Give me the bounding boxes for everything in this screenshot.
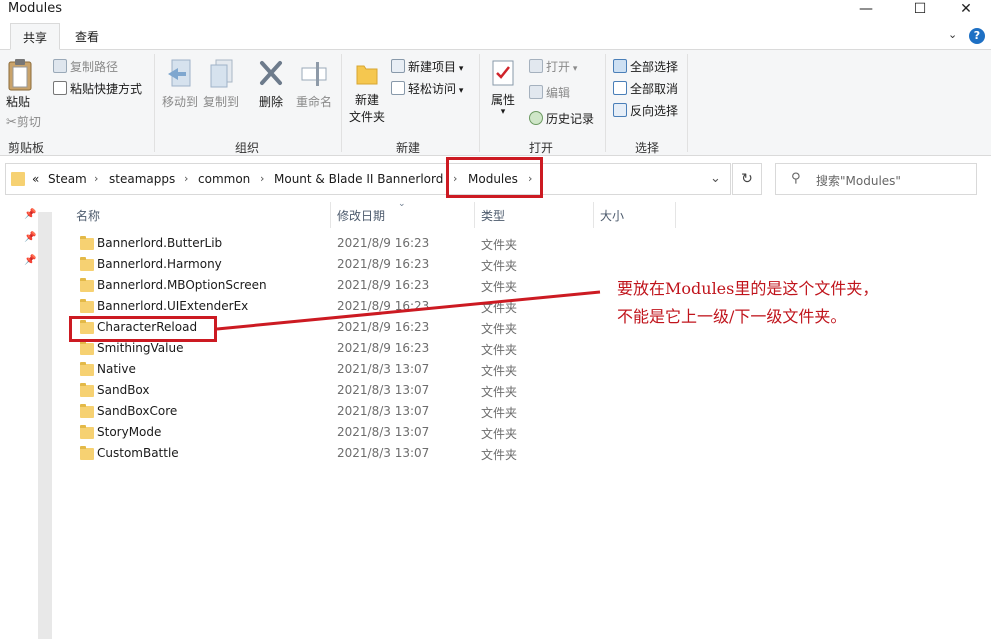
annotation-note-line-2: 不能是它上一级/下一级文件夹。: [617, 307, 847, 326]
annotation-note-line-1: 要放在Modules里的是这个文件夹，: [617, 279, 879, 298]
